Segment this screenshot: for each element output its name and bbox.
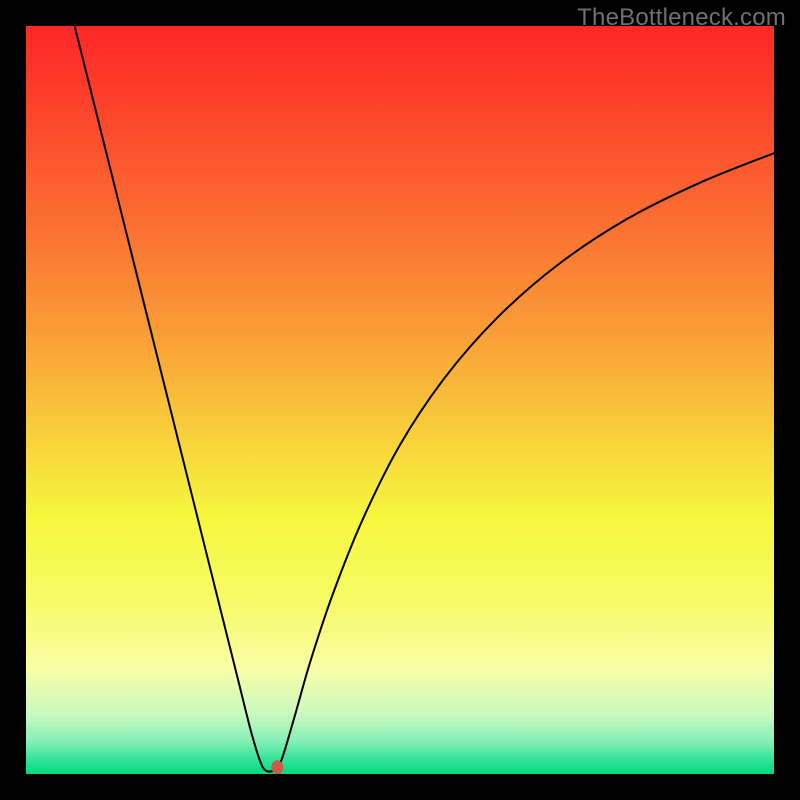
plot-area (26, 26, 774, 774)
optimum-marker (271, 760, 283, 774)
bottleneck-chart (26, 26, 774, 774)
watermark-text: TheBottleneck.com (577, 4, 786, 32)
gradient-background (26, 26, 774, 774)
chart-frame: TheBottleneck.com (0, 0, 800, 800)
